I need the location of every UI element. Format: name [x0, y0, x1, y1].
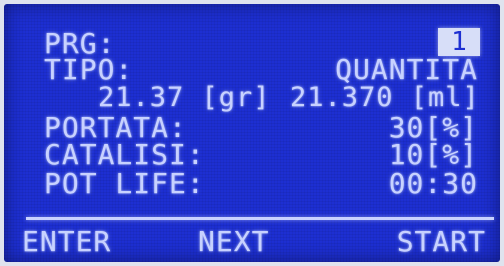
lcd-screen: PRG: 1 TIPO: QUANTITA 21.37 [gr] 21.370 … — [4, 4, 500, 262]
weight-readout: 21.37 [gr] — [98, 82, 271, 113]
softkey-divider — [26, 217, 494, 220]
display-bezel: PRG: 1 TIPO: QUANTITA 21.37 [gr] 21.370 … — [0, 0, 504, 266]
tipo-value: QUANTITA — [335, 53, 478, 86]
next-softkey[interactable]: NEXT — [198, 228, 269, 256]
start-softkey[interactable]: START — [397, 228, 486, 256]
catalisi-label: CATALISI: — [44, 138, 205, 171]
enter-softkey[interactable]: ENTER — [22, 228, 111, 256]
potlife-value: 00:30 — [388, 167, 478, 200]
volume-readout: 21.370 [ml] — [290, 82, 480, 113]
prg-value: 1 — [451, 27, 467, 57]
catalisi-value: 10[%] — [388, 138, 478, 171]
tipo-label: TIPO: — [44, 53, 134, 86]
potlife-label: POT LIFE: — [44, 167, 205, 200]
prg-value-box[interactable]: 1 — [438, 28, 480, 56]
